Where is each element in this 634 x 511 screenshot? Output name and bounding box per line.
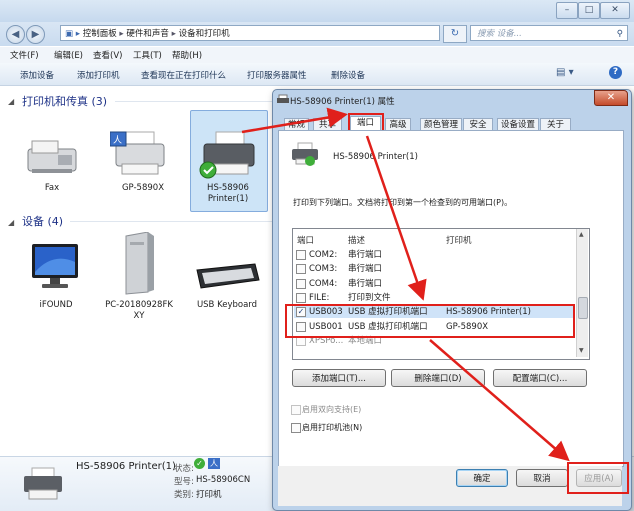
port-name: COM2: bbox=[309, 250, 338, 260]
delete-port-button[interactable]: 删除端口(D) bbox=[391, 369, 485, 387]
printer-label-gp5890x: GP-5890X bbox=[121, 183, 165, 193]
ok-button[interactable]: 确定 bbox=[456, 469, 508, 487]
search-icon[interactable]: ⚲ bbox=[617, 26, 623, 42]
minimize-button[interactable]: – bbox=[556, 2, 578, 19]
dialog-printer-name: HS-58906 Printer(1) bbox=[333, 152, 418, 162]
printer-pooling-checkbox[interactable] bbox=[291, 423, 301, 433]
port-row[interactable]: COM3: 串行端口 bbox=[294, 263, 575, 275]
col-printer[interactable]: 打印机 bbox=[446, 234, 472, 246]
menu-tools[interactable]: 工具(T) bbox=[133, 49, 162, 61]
printer-label-fax: Fax bbox=[44, 183, 60, 193]
menu-help[interactable]: 帮助(H) bbox=[172, 49, 202, 61]
details-model-label: 型号: bbox=[174, 477, 194, 487]
port-checkbox[interactable] bbox=[296, 292, 306, 303]
usb-ports-annotation bbox=[285, 304, 575, 338]
menu-edit[interactable]: 编辑(E) bbox=[54, 49, 83, 61]
printer-pooling-label: 启用打印机池(N) bbox=[302, 423, 363, 432]
port-description: 串行端口 bbox=[348, 278, 383, 289]
details-printer-icon bbox=[24, 467, 62, 500]
printers-section-heading[interactable]: 打印机和传真 (3) bbox=[22, 93, 107, 109]
section-divider bbox=[115, 101, 285, 102]
port-checkbox[interactable] bbox=[296, 264, 306, 275]
title-bar bbox=[0, 0, 634, 22]
menu-file[interactable]: 文件(F) bbox=[10, 49, 39, 61]
help-icon[interactable]: ? bbox=[609, 66, 622, 79]
dialog-printer-icon bbox=[277, 94, 289, 103]
back-icon[interactable]: ◀ bbox=[6, 25, 25, 44]
maximize-button[interactable]: □ bbox=[578, 2, 600, 19]
remove-device-button[interactable]: 删除设备 bbox=[331, 69, 365, 81]
port-description: 串行端口 bbox=[348, 250, 383, 260]
scroll-down-icon[interactable]: ▼ bbox=[579, 347, 584, 354]
printer-label-hs58906: HS-58906 Printer(1) bbox=[207, 183, 249, 204]
col-port[interactable]: 端口 bbox=[297, 234, 314, 246]
keyboard-icon[interactable] bbox=[193, 262, 261, 292]
monitor-icon[interactable] bbox=[28, 242, 84, 294]
breadcrumb-1[interactable]: 硬件和声音 bbox=[126, 29, 169, 39]
scroll-thumb[interactable] bbox=[578, 297, 588, 319]
port-checkbox[interactable] bbox=[296, 278, 306, 289]
search-input[interactable]: 搜索 设备... ⚲ bbox=[470, 25, 628, 41]
dialog-close-button[interactable]: ✕ bbox=[594, 90, 628, 106]
port-description: 串行端口 bbox=[348, 264, 383, 275]
bidirectional-checkbox[interactable] bbox=[291, 405, 301, 415]
section-divider bbox=[70, 221, 285, 222]
printer-icon bbox=[292, 142, 318, 166]
see-whats-printing-button[interactable]: 查看现在正在打印什么 bbox=[141, 69, 226, 81]
port-name: COM3: bbox=[309, 264, 338, 275]
device-label-pc: PC-20180928FK XY bbox=[105, 300, 173, 321]
control-panel-icon: ▣ ▸ bbox=[65, 29, 83, 39]
forward-icon[interactable]: ▶ bbox=[26, 25, 45, 44]
devices-section-heading[interactable]: 设备 (4) bbox=[22, 213, 63, 229]
details-status-label: 状态: bbox=[174, 464, 194, 474]
collapse-arrow-icon[interactable]: ◢ bbox=[8, 218, 14, 227]
port-row[interactable]: COM2: 串行端口 bbox=[294, 249, 575, 261]
status-shared-icon: 人 bbox=[208, 458, 220, 469]
scroll-up-icon[interactable]: ▲ bbox=[579, 231, 584, 238]
port-list-scrollbar[interactable]: ▲ ▼ bbox=[576, 229, 588, 357]
apply-annotation bbox=[567, 462, 629, 494]
menu-view[interactable]: 查看(V) bbox=[93, 49, 122, 61]
breadcrumb-2[interactable]: 设备和打印机 bbox=[179, 29, 230, 39]
close-button[interactable]: ✕ bbox=[600, 2, 630, 19]
details-printer-name: HS-58906 Printer(1) bbox=[76, 461, 176, 472]
view-options-icon[interactable]: ▤ ▾ bbox=[556, 67, 574, 78]
address-box[interactable]: ▣ ▸ 控制面板 ▸ 硬件和声音 ▸ 设备和打印机 bbox=[60, 25, 440, 41]
breadcrumb-0[interactable]: 控制面板 bbox=[83, 29, 117, 39]
port-name: COM4: bbox=[309, 278, 338, 289]
print-server-properties-button[interactable]: 打印服务器属性 bbox=[247, 69, 307, 81]
add-port-button[interactable]: 添加端口(T)... bbox=[292, 369, 386, 387]
refresh-icon[interactable]: ↻ bbox=[443, 25, 467, 43]
port-instruction: 打印到下列端口。文档将打印到第一个检查到的可用端口(P)。 bbox=[293, 198, 513, 207]
port-checkbox[interactable] bbox=[296, 250, 306, 260]
fax-icon[interactable] bbox=[22, 135, 82, 177]
dialog-title: HS-58906 Printer(1) 属性 bbox=[290, 97, 395, 107]
collapse-arrow-icon[interactable]: ◢ bbox=[8, 97, 14, 106]
svg-text:人: 人 bbox=[113, 135, 122, 146]
printer-gp5890x-icon[interactable]: 人 bbox=[110, 128, 170, 178]
search-placeholder: 搜索 设备... bbox=[477, 29, 522, 39]
details-category-label: 类别: bbox=[174, 490, 194, 500]
port-row[interactable]: FILE: 打印到文件 bbox=[294, 292, 575, 304]
port-name: FILE: bbox=[309, 292, 330, 303]
details-category: 打印机 bbox=[196, 490, 222, 500]
printer-hs58906-icon[interactable] bbox=[198, 128, 260, 180]
status-ok-icon: ✓ bbox=[194, 458, 205, 469]
computer-tower-icon[interactable] bbox=[118, 232, 158, 296]
device-label-keyboard: USB Keyboard bbox=[196, 300, 258, 310]
port-description: 打印到文件 bbox=[348, 292, 391, 303]
bidirectional-label: 启用双向支持(E) bbox=[302, 405, 362, 414]
configure-port-button[interactable]: 配置端口(C)... bbox=[493, 369, 587, 387]
port-row[interactable]: COM4: 串行端口 bbox=[294, 278, 575, 290]
details-model: HS-58906CN bbox=[196, 475, 251, 485]
cancel-button[interactable]: 取消 bbox=[516, 469, 568, 487]
col-description[interactable]: 描述 bbox=[348, 234, 365, 246]
add-device-button[interactable]: 添加设备 bbox=[20, 69, 54, 81]
add-printer-button[interactable]: 添加打印机 bbox=[77, 69, 120, 81]
device-label-ifound: iFOUND bbox=[39, 300, 73, 310]
